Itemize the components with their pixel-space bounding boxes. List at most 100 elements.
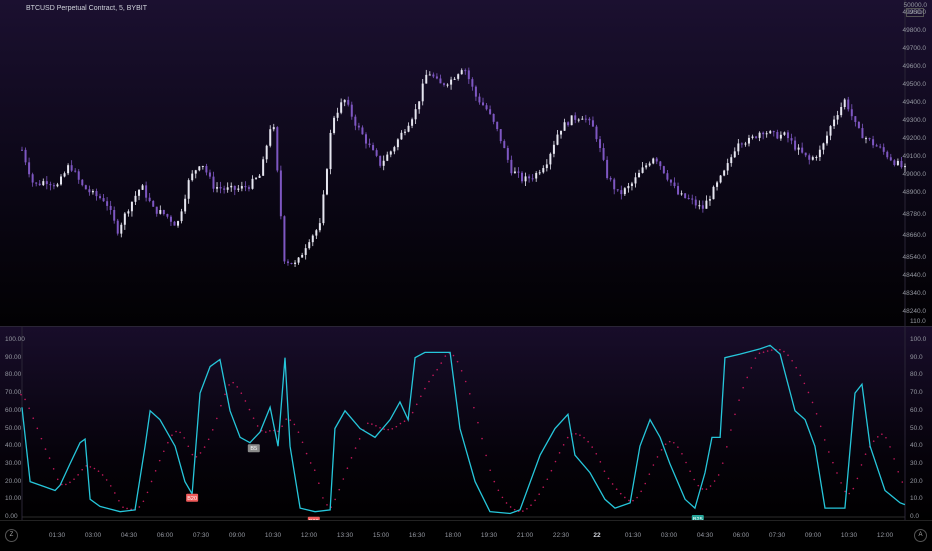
candle-body <box>797 147 800 150</box>
candle <box>531 174 534 182</box>
signal-dot <box>603 470 606 472</box>
candle <box>499 129 502 144</box>
candle <box>492 113 495 125</box>
candle-body <box>790 138 793 141</box>
signal-dot <box>558 452 561 454</box>
signal-dot <box>375 425 377 427</box>
signal-dot <box>811 401 814 404</box>
candle-body <box>864 138 867 140</box>
signal-dot <box>656 456 659 458</box>
signal-dot <box>146 491 149 494</box>
signal-marker[interactable]: B5 <box>247 444 260 453</box>
candle-body <box>708 199 711 201</box>
candle <box>740 142 743 148</box>
candle <box>276 126 279 173</box>
candle-body <box>120 224 123 234</box>
candle-body <box>28 162 31 175</box>
candle-body <box>304 248 307 255</box>
signal-dot <box>538 493 540 496</box>
candle-body <box>872 139 875 146</box>
candle-body <box>517 171 520 173</box>
oscillator-line <box>21 344 906 515</box>
signal-dot <box>554 460 557 463</box>
candle-body <box>801 147 804 153</box>
candle-body <box>552 144 555 154</box>
candle <box>201 165 204 170</box>
signal-dot <box>28 407 30 410</box>
signal-dot <box>432 374 434 377</box>
price-axis-label: 49000.0 <box>902 171 927 178</box>
candle-body <box>808 155 811 160</box>
auto-scale-button[interactable]: A <box>914 529 927 542</box>
candle <box>354 114 357 131</box>
candle <box>489 105 492 116</box>
price-axis-label: 49700.0 <box>902 45 927 52</box>
candle <box>95 188 98 201</box>
candle-body <box>528 176 531 179</box>
candle <box>850 104 853 121</box>
candle-body <box>599 139 602 149</box>
candle <box>141 183 144 190</box>
candle-body <box>879 146 882 148</box>
candle <box>333 115 336 135</box>
signal-marker[interactable]: B20 <box>186 493 199 502</box>
price-chart[interactable] <box>0 0 932 326</box>
candle-body <box>127 211 130 214</box>
candle-body <box>641 167 644 173</box>
candle <box>198 166 201 172</box>
candle-body <box>875 145 878 147</box>
candle-body <box>418 101 421 110</box>
signal-dot <box>673 441 675 444</box>
signal-dot <box>726 446 728 448</box>
candle-body <box>99 196 102 199</box>
candle-body <box>354 116 357 126</box>
candle-body <box>659 161 662 167</box>
signal-dot <box>52 468 55 470</box>
price-pane[interactable]: BTCUSD Perpetual Contract, 5, BYBIT 5000… <box>0 0 932 326</box>
candle <box>56 182 59 188</box>
signal-dot <box>36 427 39 430</box>
oscillator-chart[interactable]: B20B5B30B25 <box>0 327 932 520</box>
candle-body <box>755 136 758 138</box>
time-label: 06:00 <box>156 532 174 539</box>
candle <box>861 123 864 139</box>
candle-body <box>343 99 346 103</box>
zoom-button-left[interactable]: Z <box>5 529 18 542</box>
candle-body <box>77 171 80 180</box>
candle <box>879 143 882 149</box>
candle-body <box>279 170 282 217</box>
candle <box>152 200 155 207</box>
signal-dot <box>689 470 691 472</box>
price-axis-label: 48660.0 <box>902 232 927 240</box>
candle-body <box>84 185 87 190</box>
candle-body <box>478 96 481 103</box>
oscillator-pane[interactable]: B20B5B30B25 100.0090.0080.0070.0060.0050… <box>0 318 932 520</box>
candle <box>294 260 297 267</box>
candle <box>304 244 307 260</box>
signal-dot <box>452 354 455 357</box>
candle <box>159 205 162 215</box>
signal-dot <box>889 446 891 448</box>
signal-dot <box>114 492 116 494</box>
candle <box>616 189 619 192</box>
candle <box>613 177 616 195</box>
signal-dot <box>860 464 863 466</box>
osc-right-label: 50.0 <box>910 424 923 432</box>
candle-body <box>386 154 389 161</box>
candle <box>138 189 141 201</box>
candle-body <box>556 134 559 145</box>
candle-body <box>95 191 98 197</box>
candle <box>442 82 445 87</box>
time-label: 22 <box>593 532 601 539</box>
candle-body <box>602 148 605 160</box>
candle <box>407 122 410 133</box>
signal-dot <box>240 392 243 395</box>
signal-dot <box>848 492 851 495</box>
candle-body <box>357 125 360 128</box>
signal-dot <box>358 438 361 440</box>
candle <box>744 141 747 147</box>
candle-body <box>258 175 261 178</box>
signal-dot <box>101 474 104 476</box>
candle-body <box>701 205 704 209</box>
time-axis[interactable]: Z A 01:30 03:00 04:30 06:00 07:30 09:00 10:30 1… <box>0 520 932 551</box>
